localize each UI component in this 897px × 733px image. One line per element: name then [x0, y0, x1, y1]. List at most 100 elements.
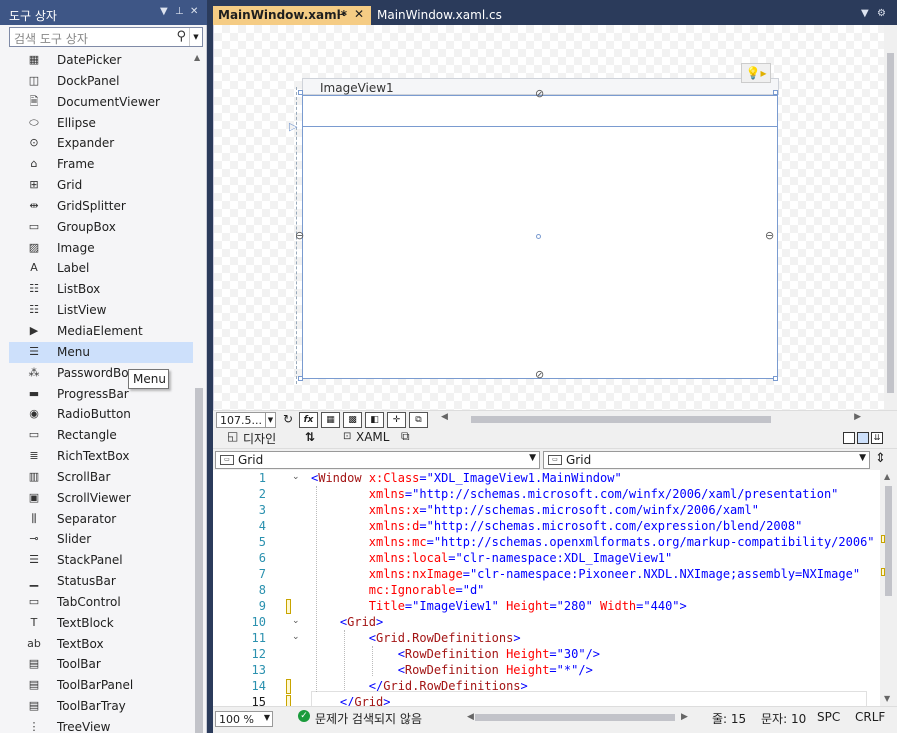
xaml-code-editor[interactable]: 1 ⌄ 2 3 4 5 6 7 8 9 10 ⌄ 11 ⌄ 12 13 14 15 <Window x:Class… — [213, 470, 897, 710]
row-marker-icon[interactable]: ▷ — [289, 120, 297, 133]
scroll-right-icon[interactable]: ▶ — [681, 712, 688, 722]
column-indicator[interactable]: 문자: 10 — [761, 710, 806, 727]
toolbox-item[interactable]: ⬭ Ellipse — [9, 113, 193, 134]
fold-chevron-icon[interactable]: ⌄ — [292, 616, 300, 626]
code-line[interactable]: <RowDefinition Height="30"/> — [311, 646, 600, 662]
pin-icon[interactable]: ⊥ — [175, 6, 184, 17]
chevron-down-icon[interactable]: ▼ — [859, 453, 866, 463]
artboard-icon[interactable]: ◧ — [365, 412, 384, 428]
toolbox-item[interactable]: ◫ DockPanel — [9, 71, 193, 92]
chevron-down-icon[interactable]: ▼ — [529, 453, 536, 463]
designer-vscrollbar[interactable] — [884, 25, 897, 410]
top-anchor-icon[interactable]: ⊘ — [535, 87, 544, 100]
code-line[interactable]: xmlns:nxImage="clr-namespace:Pixoneer.NX… — [311, 566, 860, 582]
code-line[interactable]: <RowDefinition Height="*"/> — [311, 662, 593, 678]
toolbox-item[interactable]: T TextBlock — [9, 613, 193, 634]
tab-design[interactable]: 디자인 — [243, 430, 276, 447]
toolbox-search-input[interactable]: 검색 도구 상자 ⚲ ▼ — [9, 27, 203, 47]
snap-grid-icon[interactable]: ▩ — [343, 412, 362, 428]
toolbox-item[interactable]: ▤ ToolBarTray — [9, 696, 193, 717]
code-line[interactable]: xmlns:d="http://schemas.microsoft.com/ex… — [311, 518, 803, 534]
search-icon[interactable]: ⚲ — [176, 29, 186, 44]
grid-toggle-icon[interactable]: ▦ — [321, 412, 340, 428]
dropdown-icon[interactable]: ▼ — [160, 6, 168, 17]
editor-zoom-dropdown[interactable]: 100 % ▼ — [215, 711, 273, 727]
toolbox-item[interactable]: ▶ MediaElement — [9, 321, 193, 342]
settings-gear-icon[interactable]: ⚙ — [877, 8, 886, 19]
horizontal-split-icon[interactable] — [857, 432, 869, 444]
grid-row-divider[interactable] — [303, 126, 777, 127]
toolbox-item[interactable]: ▭ GroupBox — [9, 217, 193, 238]
toolbox-scrollbar[interactable]: ▲ — [193, 50, 204, 733]
toolbox-item[interactable]: ⋮ TreeView — [9, 717, 193, 733]
close-icon[interactable]: ✕ — [190, 6, 198, 17]
toolbox-item[interactable]: ⊸ Slider — [9, 529, 193, 550]
toolbox-item[interactable]: ☰ StackPanel — [9, 550, 193, 571]
scroll-left-icon[interactable]: ◀ — [441, 412, 448, 422]
scroll-left-icon[interactable]: ◀ — [467, 712, 474, 722]
toolbox-item[interactable]: ⊞ Grid — [9, 175, 193, 196]
collapse-pane-icon[interactable]: ⇊ — [871, 432, 883, 444]
toolbox-item[interactable]: ▤ ToolBarPanel — [9, 675, 193, 696]
tab-mainwindow-xaml[interactable]: MainWindow.xaml* ⊸ ✕ — [213, 6, 371, 25]
toolbox-item[interactable]: ▁ StatusBar — [9, 571, 193, 592]
toolbox-item[interactable]: ≣ RichTextBox — [9, 446, 193, 467]
code-line[interactable]: xmlns:local="clr-namespace:XDL_ImageView… — [311, 550, 672, 566]
resize-handle[interactable] — [773, 90, 778, 95]
toolbox-item[interactable]: ⫼ Separator — [9, 509, 193, 530]
toolbox-item[interactable]: ab TextBox — [9, 634, 193, 655]
scroll-down-icon[interactable]: ▼ — [884, 694, 890, 703]
issues-status[interactable]: 문제가 검색되지 않음 — [315, 710, 422, 727]
fold-chevron-icon[interactable]: ⌄ — [292, 632, 300, 642]
close-tab-icon[interactable]: ✕ — [354, 7, 364, 21]
toolbox-item[interactable]: ◉ RadioButton — [9, 404, 193, 425]
line-ending[interactable]: CRLF — [855, 710, 885, 724]
design-view-icon[interactable]: ◱ — [227, 429, 238, 443]
tab-xaml[interactable]: XAML — [356, 430, 389, 444]
split-toggle-icon[interactable]: ⇕ — [875, 451, 886, 466]
toolbox-item[interactable]: ☷ ListBox — [9, 279, 193, 300]
line-indicator[interactable]: 줄: 15 — [712, 710, 746, 727]
popout-icon[interactable]: ⧉ — [401, 429, 410, 444]
toolbox-item[interactable]: ▭ TabControl — [9, 592, 193, 613]
code-line[interactable]: <Window x:Class="XDL_ImageView1.MainWind… — [311, 470, 622, 486]
scroll-up-icon[interactable]: ▲ — [884, 472, 890, 481]
toolbox-item[interactable]: ▣ ScrollViewer — [9, 488, 193, 509]
bottom-anchor-icon[interactable]: ⊘ — [535, 368, 544, 381]
toolbox-item[interactable]: 🗎 DocumentViewer — [9, 92, 193, 113]
toolbox-item[interactable]: A Label — [9, 258, 193, 279]
toolbox-item[interactable]: ⊙ Expander — [9, 133, 193, 154]
toolbox-item[interactable]: ▭ Rectangle — [9, 425, 193, 446]
search-options-dropdown[interactable]: ▼ — [189, 28, 202, 46]
xaml-view-icon[interactable]: ⊡ — [343, 431, 351, 442]
scroll-up-icon[interactable]: ▲ — [194, 53, 200, 62]
editor-vscrollbar[interactable]: ▲ ▼ — [880, 470, 897, 706]
editor-hscroll-thumb[interactable] — [475, 714, 675, 721]
code-line[interactable]: xmlns="http://schemas.microsoft.com/winf… — [311, 486, 839, 502]
toolbox-item[interactable]: ⇹ GridSplitter — [9, 196, 193, 217]
code-line[interactable]: <Grid> — [311, 614, 383, 630]
code-line[interactable]: Title="ImageView1" Height="280" Width="4… — [311, 598, 687, 614]
pin-tab-icon[interactable]: ⊸ — [337, 8, 346, 21]
toolbox-item[interactable]: ▨ Image — [9, 238, 193, 259]
resize-handle[interactable] — [773, 376, 778, 381]
zoom-dropdown[interactable]: 107.5... ▼ — [216, 412, 276, 428]
project-code-icon[interactable]: ⧉ — [409, 412, 428, 428]
scroll-thumb[interactable] — [195, 388, 203, 733]
design-surface[interactable]: ImageView1 💡▸ ⊘ ⊘ ⊖ ⊖ ▷ — [213, 25, 897, 410]
resize-handle[interactable] — [298, 90, 303, 95]
swap-panes-icon[interactable]: ⇅ — [305, 430, 315, 444]
scroll-thumb[interactable] — [887, 53, 894, 393]
scroll-thumb[interactable] — [885, 486, 892, 596]
code-line[interactable]: <Grid.RowDefinitions> — [311, 630, 521, 646]
fold-chevron-icon[interactable]: ⌄ — [292, 472, 300, 482]
toolbox-item[interactable]: ☷ ListView — [9, 300, 193, 321]
toolbox-item[interactable]: ▦ DatePicker — [9, 50, 193, 71]
toolbox-item[interactable]: ☰ Menu — [9, 341, 193, 363]
code-line[interactable]: xmlns:mc="http://schemas.openxmlformats.… — [311, 534, 875, 550]
tab-mainwindow-xaml-cs[interactable]: MainWindow.xaml.cs — [376, 6, 508, 25]
indent-mode[interactable]: SPC — [817, 710, 840, 724]
scroll-right-icon[interactable]: ▶ — [854, 412, 861, 422]
toolbox-item[interactable]: ⌂ Frame — [9, 154, 193, 175]
toolbox-item[interactable]: ▤ ToolBar — [9, 654, 193, 675]
